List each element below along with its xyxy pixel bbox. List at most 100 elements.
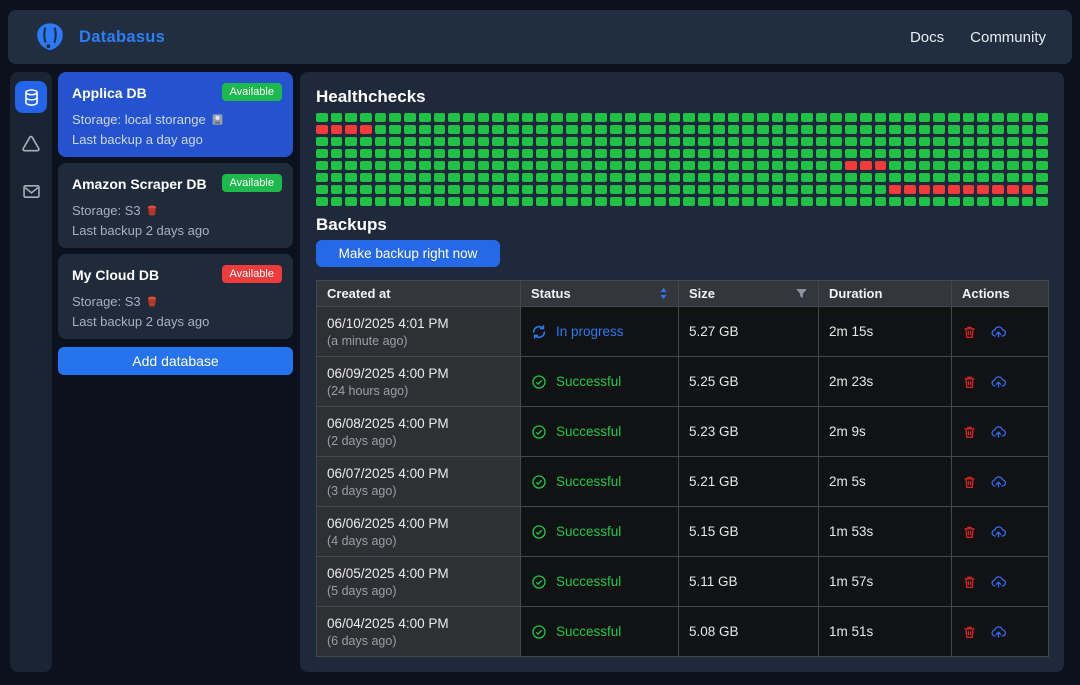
healthcheck-cell — [742, 149, 754, 158]
healthcheck-grid — [316, 113, 1048, 206]
healthcheck-cell — [345, 197, 357, 206]
healthcheck-cell — [816, 113, 828, 122]
healthcheck-cell — [845, 197, 857, 206]
delete-backup-button[interactable] — [962, 424, 977, 440]
table-row: 06/09/2025 4:00 PM (24 hours ago) — [317, 357, 1049, 407]
trash-icon — [962, 324, 977, 340]
delete-backup-button[interactable] — [962, 324, 977, 340]
healthcheck-cell — [610, 113, 622, 122]
healthcheck-cell — [786, 113, 798, 122]
healthcheck-cell — [845, 161, 857, 170]
healthcheck-cell — [963, 149, 975, 158]
restore-backup-button[interactable] — [990, 624, 1007, 640]
restore-backup-button[interactable] — [990, 574, 1007, 590]
healthcheck-cell — [434, 197, 446, 206]
check-circle-icon — [531, 624, 547, 640]
restore-backup-button[interactable] — [990, 324, 1007, 340]
healthcheck-cell — [1036, 173, 1048, 182]
healthcheck-cell — [419, 185, 431, 194]
sort-icon[interactable] — [659, 287, 668, 300]
healthcheck-cell — [581, 161, 593, 170]
healthcheck-cell — [963, 185, 975, 194]
healthcheck-cell — [1022, 185, 1034, 194]
healthcheck-cell — [889, 113, 901, 122]
sidebar-item-storage[interactable] — [15, 128, 47, 160]
healthcheck-cell — [610, 185, 622, 194]
healthcheck-cell — [816, 161, 828, 170]
healthcheck-cell — [404, 149, 416, 158]
healthcheck-cell — [757, 125, 769, 134]
mail-icon — [21, 181, 42, 202]
healthcheck-cell — [801, 161, 813, 170]
healthcheck-cell — [492, 197, 504, 206]
healthcheck-cell — [345, 173, 357, 182]
delete-backup-button[interactable] — [962, 574, 977, 590]
db-card-applica[interactable]: Applica DB Available Storage: local stor… — [58, 72, 293, 157]
healthcheck-cell — [683, 173, 695, 182]
healthcheck-cell — [772, 161, 784, 170]
healthcheck-cell — [566, 197, 578, 206]
sidebar-item-databases[interactable] — [15, 81, 47, 113]
healthcheck-cell — [654, 185, 666, 194]
backup-size: 5.11 GB — [689, 574, 738, 589]
delete-backup-button[interactable] — [962, 524, 977, 540]
delete-backup-button[interactable] — [962, 474, 977, 490]
healthcheck-cell — [566, 161, 578, 170]
nav-link-docs[interactable]: Docs — [910, 29, 944, 46]
healthcheck-cell — [448, 113, 460, 122]
table-row: 06/06/2025 4:00 PM (4 days ago) — [317, 507, 1049, 557]
healthcheck-cell — [316, 137, 328, 146]
backups-table: Created at Status Size — [316, 280, 1049, 657]
healthcheck-cell — [331, 173, 343, 182]
header-duration: Duration — [819, 281, 952, 307]
healthcheck-cell — [536, 149, 548, 158]
restore-backup-button[interactable] — [990, 474, 1007, 490]
healthcheck-cell — [1022, 161, 1034, 170]
healthcheck-cell — [728, 125, 740, 134]
db-card-last-backup: Last backup 2 days ago — [72, 312, 279, 332]
elephant-logo-icon — [34, 21, 66, 53]
healthcheck-cell — [919, 197, 931, 206]
healthcheck-cell — [860, 161, 872, 170]
healthcheck-cell — [345, 113, 357, 122]
backup-duration: 1m 51s — [829, 624, 873, 639]
healthcheck-cell — [801, 149, 813, 158]
nav-link-community[interactable]: Community — [970, 29, 1046, 46]
backup-duration: 2m 15s — [829, 324, 873, 339]
healthcheck-cell — [830, 173, 842, 182]
healthcheck-cell — [933, 173, 945, 182]
healthcheck-cell — [463, 161, 475, 170]
healthcheck-cell — [360, 185, 372, 194]
healthcheck-cell — [1022, 113, 1034, 122]
brand-link[interactable]: Databasus — [34, 21, 165, 53]
healthcheck-cell — [316, 197, 328, 206]
restore-backup-button[interactable] — [990, 374, 1007, 390]
healthcheck-cell — [316, 113, 328, 122]
healthcheck-cell — [566, 185, 578, 194]
backup-duration: 1m 57s — [829, 574, 873, 589]
db-card-my-cloud[interactable]: My Cloud DB Available Storage: S3 Last b… — [58, 254, 293, 339]
healthcheck-cell — [463, 137, 475, 146]
add-database-button[interactable]: Add database — [58, 347, 293, 375]
backup-created-at: 06/10/2025 4:01 PM — [327, 316, 510, 331]
healthcheck-cell — [404, 113, 416, 122]
healthcheck-cell — [389, 149, 401, 158]
healthchecks-title: Healthchecks — [316, 88, 1048, 106]
filter-icon[interactable] — [795, 287, 808, 300]
sidebar-item-notifications[interactable] — [15, 175, 47, 207]
disk-icon — [211, 113, 224, 126]
healthcheck-cell — [595, 149, 607, 158]
restore-backup-button[interactable] — [990, 424, 1007, 440]
db-card-amazon-scraper[interactable]: Amazon Scraper DB Available Storage: S3 … — [58, 163, 293, 248]
delete-backup-button[interactable] — [962, 374, 977, 390]
healthcheck-cell — [698, 185, 710, 194]
healthcheck-cell — [948, 137, 960, 146]
healthcheck-cell — [536, 173, 548, 182]
header-status[interactable]: Status — [521, 281, 679, 307]
healthcheck-cell — [772, 173, 784, 182]
healthcheck-cell — [977, 197, 989, 206]
delete-backup-button[interactable] — [962, 624, 977, 640]
backup-created-at: 06/07/2025 4:00 PM — [327, 466, 510, 481]
make-backup-button[interactable]: Make backup right now — [316, 240, 500, 267]
restore-backup-button[interactable] — [990, 524, 1007, 540]
